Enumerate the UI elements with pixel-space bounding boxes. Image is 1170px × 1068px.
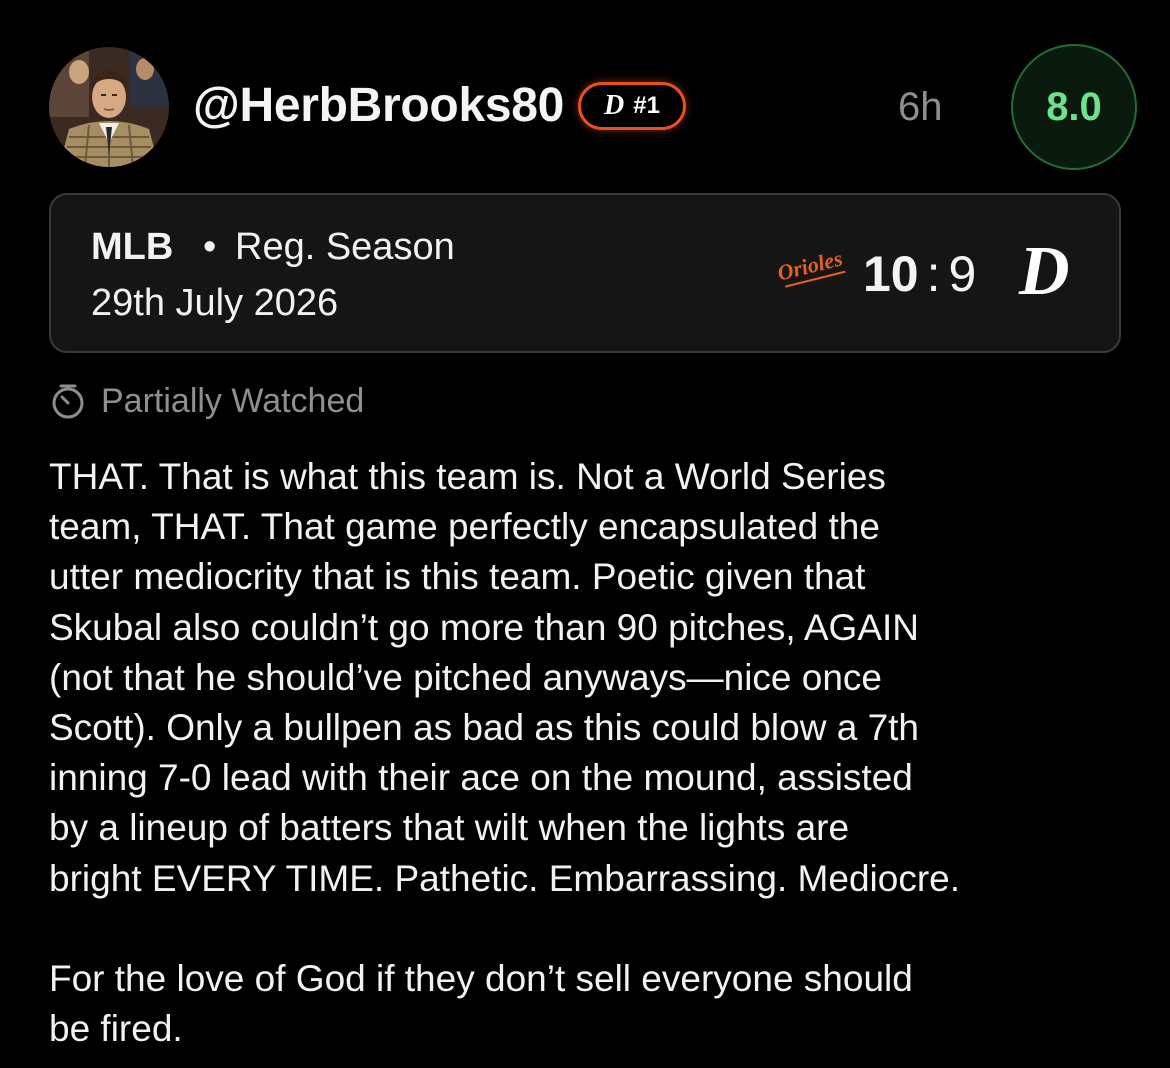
review-line: (not that he should’ve pitched anyways—n…: [49, 656, 883, 698]
review-line: utter mediocrity that is this team. Poet…: [49, 556, 866, 598]
review-line: bright EVERY TIME. Pathetic. Embarrassin…: [49, 857, 960, 899]
game-score: 10:9: [863, 245, 976, 303]
score-separator: :: [926, 246, 941, 302]
league-label: MLB: [91, 226, 174, 268]
review-line: be fired.: [49, 1008, 183, 1050]
review-line: by a lineup of batters that wilt when th…: [49, 807, 850, 849]
review-line: Scott). Only a bullpen as bad as this co…: [49, 707, 920, 749]
orioles-logo: Orioles: [775, 245, 846, 288]
post-timestamp: 6h: [898, 85, 943, 129]
review-line: Skubal also couldn’t go more than 90 pit…: [49, 606, 920, 648]
username[interactable]: @HerbBrooks80: [193, 78, 564, 134]
review-line: team, THAT. That game perfectly encapsul…: [49, 506, 880, 548]
review-line: inning 7-0 lead with their ace on the mo…: [49, 757, 913, 799]
home-score: 9: [948, 246, 977, 302]
away-score: 10: [863, 246, 919, 302]
game-card[interactable]: MLB • Reg. Season 29th July 2026 Orioles…: [49, 193, 1121, 353]
review-line: For the love of God if they don’t sell e…: [49, 958, 913, 1000]
season-type: Reg. Season: [235, 226, 455, 268]
tigers-logo-icon: D: [1019, 233, 1070, 310]
separator-dot: •: [203, 226, 217, 268]
rank-badge[interactable]: D #1: [578, 82, 686, 130]
watch-status: Partially Watched: [49, 381, 364, 421]
paragraph-break: [49, 904, 1139, 954]
stopwatch-icon: [52, 384, 84, 419]
game-date: 29th July 2026: [91, 282, 339, 324]
rank-label: #1: [633, 92, 660, 119]
watch-status-label: Partially Watched: [101, 382, 365, 420]
rating-score: 8.0: [1011, 44, 1137, 170]
review-line: THAT. That is what this team is. Not a W…: [49, 456, 886, 497]
avatar-photo: [49, 47, 169, 167]
user-avatar[interactable]: [49, 47, 169, 167]
tigers-old-english-d-icon: D: [604, 90, 625, 121]
review-text: THAT. That is what this team is. Not a W…: [49, 452, 1139, 1054]
